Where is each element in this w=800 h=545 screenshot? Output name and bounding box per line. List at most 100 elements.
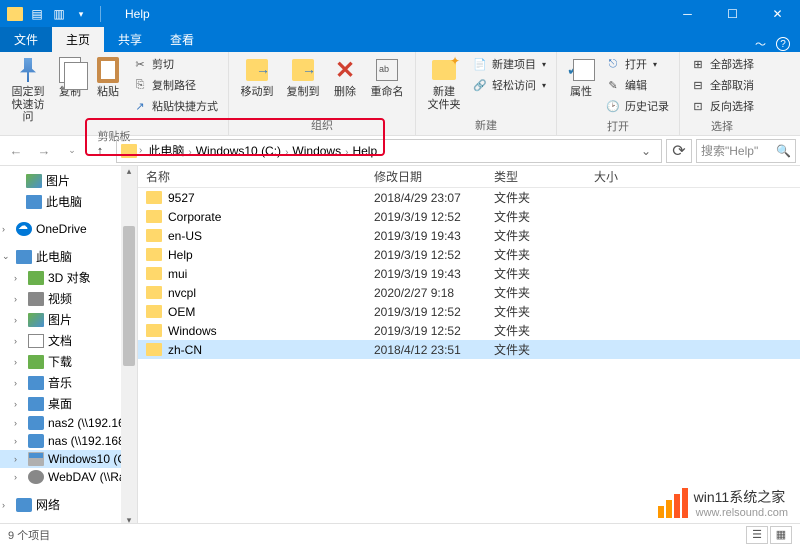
nav-item-label: 此电脑 (46, 193, 82, 210)
address-bar[interactable]: › 此电脑›Windows10 (C:)›Windows›Help ⌄ (116, 139, 662, 163)
chevron-icon[interactable]: ⌄ (2, 251, 12, 262)
delete-button[interactable]: ✕删除 (327, 54, 363, 101)
easy-access-button[interactable]: 🔗轻松访问▾ (468, 75, 550, 95)
chevron-icon[interactable]: › (14, 418, 24, 428)
select-all-button[interactable]: ⊞全部选择 (686, 54, 758, 74)
maximize-button[interactable]: ☐ (710, 0, 755, 28)
cut-icon: ✂ (132, 56, 148, 72)
new-folder-button[interactable]: 新建 文件夹 (422, 54, 466, 113)
file-row[interactable]: zh-CN2018/4/12 23:51文件夹 (138, 340, 800, 359)
edit-button[interactable]: ✎编辑 (601, 75, 673, 95)
rename-button[interactable]: 重命名 (365, 54, 409, 101)
select-none-button[interactable]: ⊟全部取消 (686, 75, 758, 95)
chevron-icon[interactable]: › (14, 315, 24, 325)
tab-view[interactable]: 查看 (156, 27, 208, 52)
chevron-icon[interactable]: › (14, 273, 24, 283)
file-row[interactable]: nvcpl2020/2/27 9:18文件夹 (138, 283, 800, 302)
history-button[interactable]: 🕑历史记录 (601, 96, 673, 116)
paste-button[interactable]: 粘贴 (90, 54, 126, 101)
net-icon (28, 416, 44, 430)
nav-up-button[interactable]: ↑ (88, 139, 112, 163)
ribbon-collapse-icon[interactable]: 〜 (755, 36, 766, 52)
properties-button[interactable]: ✔属性 (563, 54, 599, 101)
nav-back-button[interactable]: ← (4, 139, 28, 163)
file-row[interactable]: mui2019/3/19 19:43文件夹 (138, 264, 800, 283)
nav-item[interactable]: ⌄此电脑 (0, 246, 137, 267)
chevron-icon[interactable]: › (14, 378, 24, 388)
refresh-button[interactable]: ⟳ (666, 139, 692, 163)
nav-item[interactable]: ›图片 (0, 309, 137, 330)
nav-item[interactable]: ›文档 (0, 330, 137, 351)
paste-shortcut-button[interactable]: ↗粘贴快捷方式 (128, 96, 222, 116)
nav-item[interactable]: ›nas2 (\\192.168 (0, 414, 137, 432)
nav-item[interactable]: 此电脑 (0, 191, 137, 212)
invert-selection-button[interactable]: ⊡反向选择 (686, 96, 758, 116)
chevron-icon[interactable]: › (14, 336, 24, 346)
nav-item[interactable]: 图片 (0, 170, 137, 191)
nav-item-label: Windows10 (C: (48, 452, 129, 466)
img-icon (26, 174, 42, 188)
copy-to-button[interactable]: 复制到 (281, 54, 325, 101)
breadcrumb-segment[interactable]: Windows (288, 144, 345, 158)
chevron-icon[interactable]: › (14, 357, 24, 367)
col-header-type[interactable]: 类型 (486, 168, 586, 185)
copy-button[interactable]: 复制 (52, 54, 88, 101)
tab-home[interactable]: 主页 (52, 27, 104, 52)
scroll-up-icon[interactable]: ▴ (121, 166, 137, 177)
nav-item[interactable]: ›3D 对象 (0, 267, 137, 288)
file-row[interactable]: OEM2019/3/19 12:52文件夹 (138, 302, 800, 321)
col-header-size[interactable]: 大小 (586, 168, 666, 185)
breadcrumb-sep[interactable]: › (139, 145, 142, 156)
nav-item[interactable]: ›WebDAV (\\Rai (0, 468, 137, 486)
nav-forward-button[interactable]: → (32, 139, 56, 163)
nav-item[interactable]: › Windows10 (C: (0, 450, 137, 468)
nav-item[interactable]: ›网络 (0, 494, 137, 515)
open-button[interactable]: ⎋打开▾ (601, 54, 673, 74)
col-header-date[interactable]: 修改日期 (366, 168, 486, 185)
chevron-icon[interactable]: › (14, 436, 24, 446)
nav-item[interactable]: ›OneDrive (0, 220, 137, 238)
nav-scrollbar-thumb[interactable] (123, 226, 135, 366)
new-item-button[interactable]: 📄新建项目▾ (468, 54, 550, 74)
tab-share[interactable]: 共享 (104, 27, 156, 52)
chevron-icon[interactable]: › (2, 224, 12, 234)
help-icon[interactable]: ? (776, 37, 790, 51)
breadcrumb-segment[interactable]: 此电脑 (144, 144, 188, 158)
chevron-icon[interactable]: › (14, 472, 24, 482)
nav-item[interactable]: ›桌面 (0, 393, 137, 414)
tab-file[interactable]: 文件 (0, 27, 52, 52)
cut-button[interactable]: ✂剪切 (128, 54, 222, 74)
breadcrumb-segment[interactable]: Windows10 (C:) (192, 144, 285, 158)
file-row[interactable]: Windows2019/3/19 12:52文件夹 (138, 321, 800, 340)
view-icons-button[interactable]: ▦ (770, 526, 792, 544)
minimize-button[interactable]: ─ (665, 0, 710, 28)
file-row[interactable]: 95272018/4/29 23:07文件夹 (138, 188, 800, 207)
file-row[interactable]: Help2019/3/19 12:52文件夹 (138, 245, 800, 264)
pin-to-quick-access-button[interactable]: 固定到 快速访问 (6, 54, 50, 126)
chevron-icon[interactable]: › (14, 454, 24, 464)
file-row[interactable]: en-US2019/3/19 19:43文件夹 (138, 226, 800, 245)
nav-item[interactable]: ›音乐 (0, 372, 137, 393)
move-to-button[interactable]: 移动到 (235, 54, 279, 101)
nav-item[interactable]: ›视频 (0, 288, 137, 309)
col-header-name[interactable]: 名称 (138, 168, 366, 185)
file-row[interactable]: Corporate2019/3/19 12:52文件夹 (138, 207, 800, 226)
copy-path-button[interactable]: ⎘复制路径 (128, 75, 222, 95)
search-input[interactable]: 搜索"Help" 🔍 (696, 139, 796, 163)
qat-customize-icon[interactable]: ▾ (72, 5, 90, 23)
qat-new-folder-icon[interactable]: ▥ (50, 5, 68, 23)
nav-recent-button[interactable]: ⌄ (60, 139, 84, 163)
chevron-icon[interactable]: › (14, 399, 24, 409)
breadcrumb-segment[interactable]: Help (348, 144, 381, 158)
view-details-button[interactable]: ☰ (746, 526, 768, 544)
nav-scrollbar[interactable]: ▴ ▾ (121, 166, 137, 526)
address-dropdown-icon[interactable]: ⌄ (635, 144, 657, 158)
webdav-icon (28, 470, 44, 484)
qat-properties-icon[interactable]: ▤ (28, 5, 46, 23)
close-button[interactable]: ✕ (755, 0, 800, 28)
watermark: win11系统之家 www.relsound.com (658, 487, 788, 519)
chevron-icon[interactable]: › (2, 500, 12, 510)
chevron-icon[interactable]: › (14, 294, 24, 304)
nav-item[interactable]: ›nas (\\192.168. (0, 432, 137, 450)
nav-item[interactable]: ›下载 (0, 351, 137, 372)
